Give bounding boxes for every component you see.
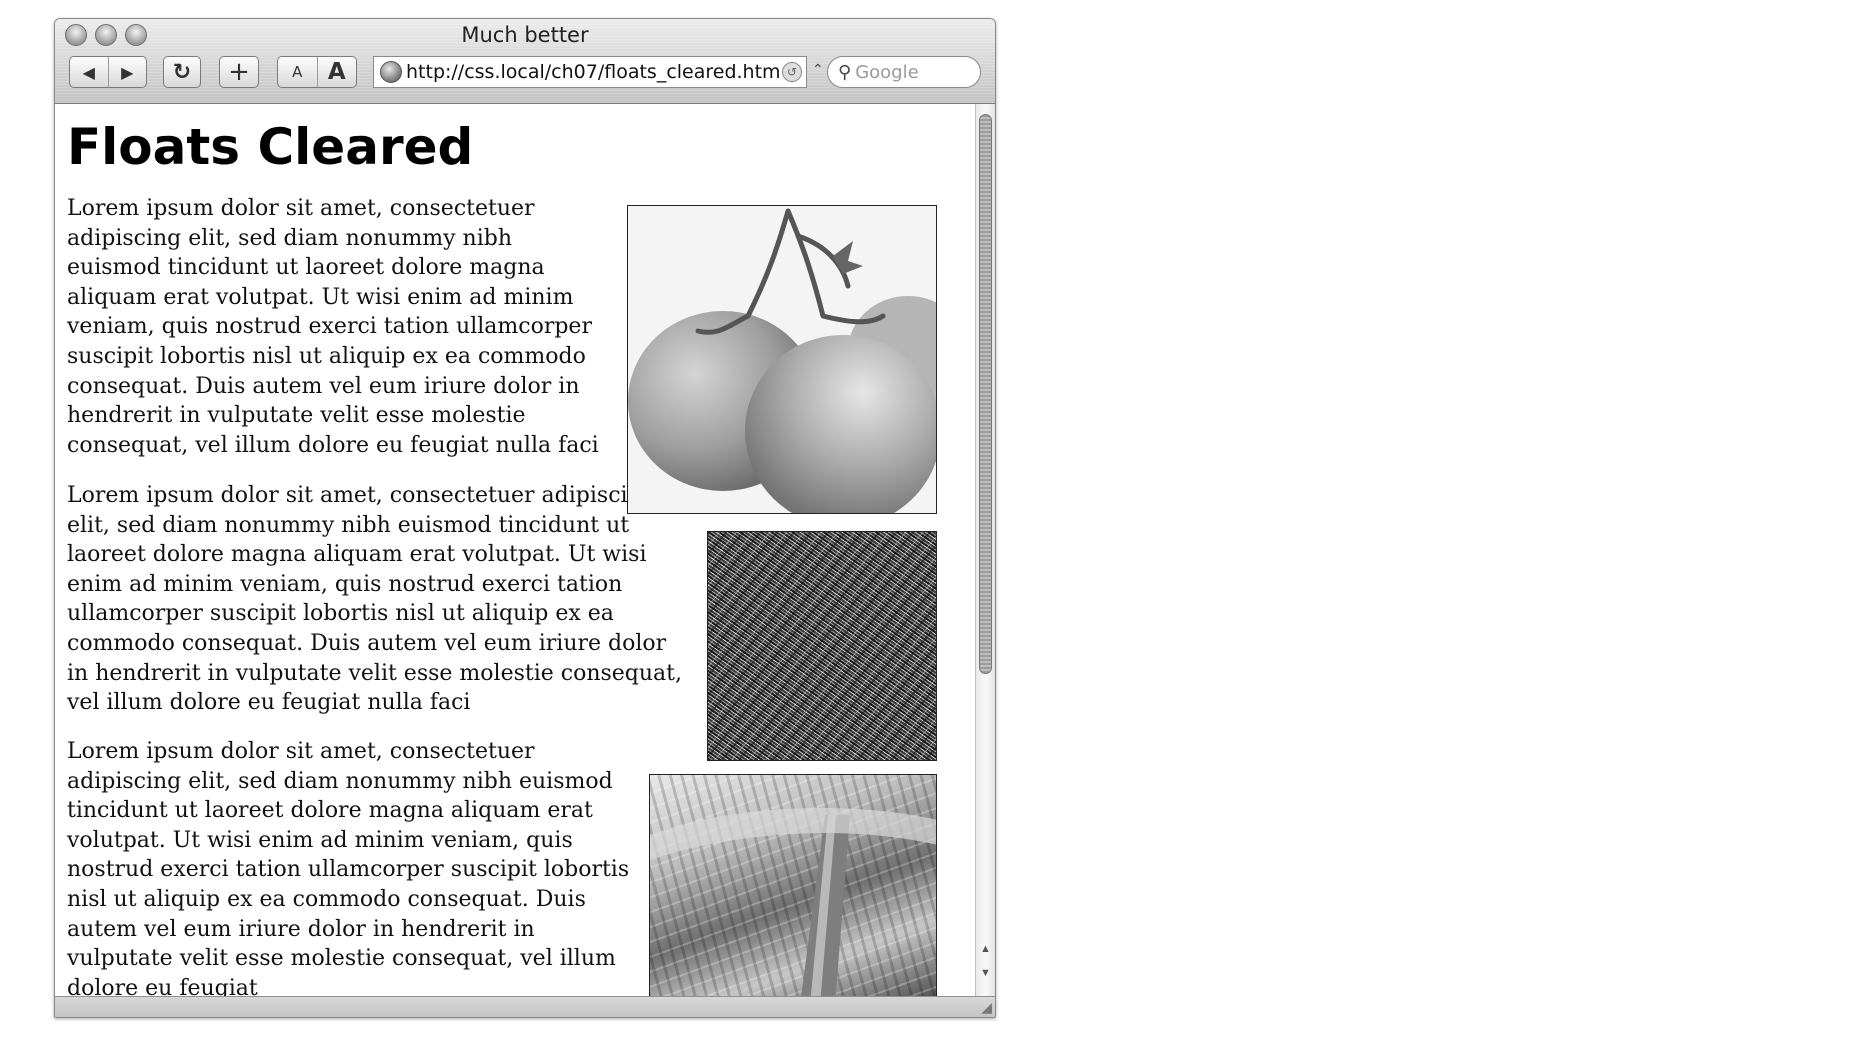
paragraph-3: Lorem ipsum dolor sit amet, consectetuer… [67,739,630,996]
stem-illustration [650,808,936,996]
back-forward-group: ◀ ▶ [69,56,147,88]
scrollbar-thumb[interactable] [979,114,992,674]
address-text[interactable]: http://css.local/ch07/floats_cleared.htm… [406,61,782,83]
search-field[interactable]: ⚲ Google [827,56,981,88]
paragraph-1: Lorem ipsum dolor sit amet, consectetuer… [67,196,599,458]
back-arrow-icon: ◀ [82,62,95,82]
resize-grip-icon[interactable]: ◢ [981,999,992,1016]
vertical-scrollbar[interactable]: ▲ ▼ [975,104,995,996]
text-larger-button[interactable]: A [318,57,357,87]
page-content: Floats Cleared Lorem ipsum dolor sit ame… [55,104,975,996]
scroll-up-arrow-icon[interactable]: ▲ [976,938,995,960]
search-placeholder: Google [855,61,919,83]
status-bar: ◢ [55,996,995,1017]
tomatoes-photo [627,205,937,514]
scroll-down-arrow-icon[interactable]: ▼ [976,962,995,984]
add-bookmark-button[interactable]: + [219,56,259,88]
page-title: Floats Cleared [67,118,474,176]
plant-stem-photo [649,774,937,996]
reload-button[interactable]: ↻ [163,56,201,88]
forward-button[interactable]: ▶ [109,57,147,87]
chevron-up-icon[interactable]: ⌃ [812,61,824,78]
paragraph-2: Lorem ipsum dolor sit amet, consectetuer… [67,483,683,716]
address-bar[interactable]: http://css.local/ch07/floats_cleared.htm… [373,56,807,88]
back-button[interactable]: ◀ [70,57,109,87]
text-size-group: A A [277,56,357,88]
browser-toolbar: Much better ◀ ▶ ↻ + A A http://css.local… [55,19,995,104]
plus-icon: + [228,57,250,87]
window-title: Much better [461,23,589,47]
globe-icon [380,61,402,83]
search-icon[interactable]: ⚲ [838,62,851,83]
snapback-icon[interactable]: ↺ [782,62,802,82]
text-smaller-button[interactable]: A [278,57,318,87]
reload-icon: ↻ [172,59,192,85]
grass-photo [707,531,937,761]
browser-window: Much better ◀ ▶ ↻ + A A http://css.local… [54,18,996,1018]
forward-arrow-icon: ▶ [121,62,134,82]
tomatoes-illustration [628,206,936,513]
